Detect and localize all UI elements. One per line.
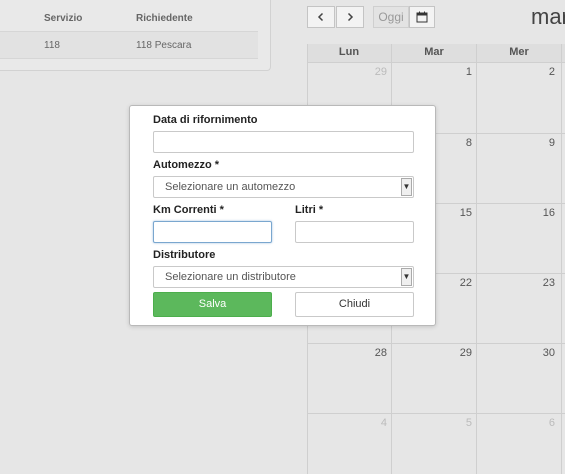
chevron-down-icon: ▼: [401, 178, 412, 196]
weekday-label: Mar: [424, 46, 444, 58]
today-button[interactable]: Oggi: [373, 6, 409, 28]
day-cell[interactable]: 28: [311, 347, 387, 359]
grid-line: [307, 343, 565, 344]
km-field[interactable]: [153, 221, 272, 243]
grid-line: [307, 413, 565, 414]
refuel-dialog: Data di rifornimento Automezzo * Selezio…: [129, 105, 436, 326]
distributor-label: Distributore: [153, 249, 216, 261]
table-cell-servizio: 118: [44, 40, 60, 51]
day-cell[interactable]: 1: [396, 66, 472, 78]
day-cell[interactable]: 4: [311, 417, 387, 429]
next-month-button[interactable]: [336, 6, 364, 28]
distributor-select[interactable]: Selezionare un distributore ▼: [153, 266, 414, 288]
day-cell[interactable]: 6: [479, 417, 555, 429]
vehicle-select[interactable]: Selezionare un automezzo ▼: [153, 176, 414, 198]
weekday-label: Mer: [509, 46, 529, 58]
table-cell-richiedente: 118 Pescara: [136, 40, 192, 51]
chevron-down-icon: ▼: [401, 268, 412, 286]
month-title: mar: [531, 4, 565, 29]
date-picker-button[interactable]: [409, 6, 435, 28]
day-cell[interactable]: 30: [479, 347, 555, 359]
grid-line: [561, 44, 562, 474]
date-label: Data di rifornimento: [153, 114, 258, 126]
column-header-richiedente[interactable]: Richiedente: [136, 13, 193, 24]
grid-line: [476, 44, 477, 474]
column-header-servizio[interactable]: Servizio: [44, 13, 82, 24]
weekday-label: Lun: [338, 46, 360, 58]
liters-field[interactable]: [295, 221, 414, 243]
day-cell[interactable]: 29: [311, 66, 387, 78]
vehicle-label: Automezzo *: [153, 159, 219, 171]
day-cell[interactable]: 29: [396, 347, 472, 359]
chevron-right-icon: [347, 12, 354, 22]
save-button[interactable]: Salva: [153, 292, 272, 317]
day-cell[interactable]: 5: [396, 417, 472, 429]
table-row[interactable]: [0, 31, 258, 59]
day-cell[interactable]: 2: [479, 66, 555, 78]
day-cell[interactable]: 9: [479, 137, 555, 149]
distributor-select-value: Selezionare un distributore: [165, 271, 296, 283]
vehicle-select-value: Selezionare un automezzo: [165, 181, 296, 193]
date-field[interactable]: [153, 131, 414, 153]
km-label: Km Correnti *: [153, 204, 224, 216]
calendar-icon: [416, 11, 428, 23]
close-button[interactable]: Chiudi: [295, 292, 414, 317]
weekday-header-row: Lun Mar Mer: [307, 44, 565, 63]
prev-month-button[interactable]: [307, 6, 335, 28]
liters-label: Litri *: [295, 204, 324, 216]
day-cell[interactable]: 16: [479, 207, 555, 219]
chevron-left-icon: [317, 12, 324, 22]
day-cell[interactable]: 23: [479, 277, 555, 289]
results-table-panel: Servizio Richiedente 118 118 Pescara: [0, 0, 271, 71]
